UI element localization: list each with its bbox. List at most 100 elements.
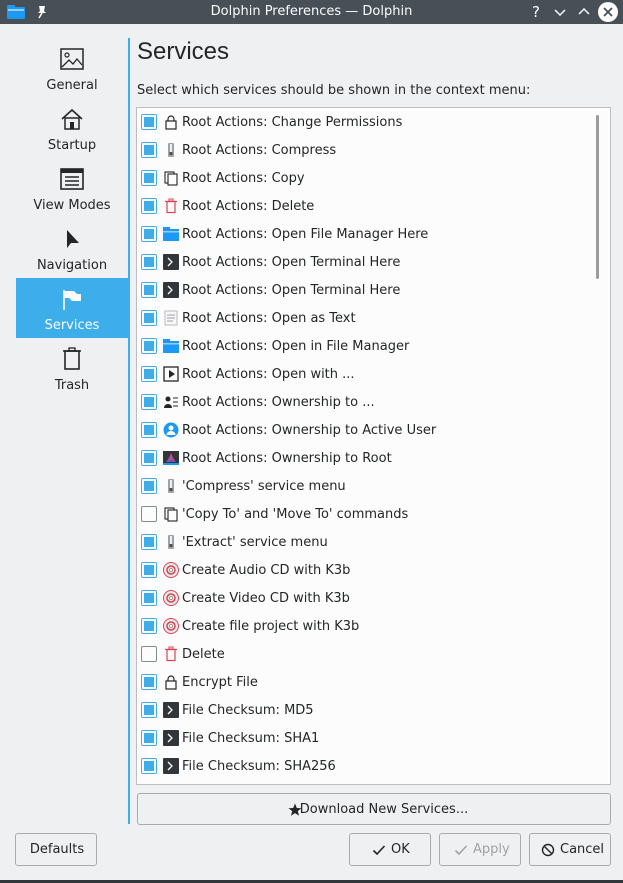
list-item[interactable]: Root Actions: Open as Text (137, 304, 597, 332)
terminal-icon (163, 730, 179, 746)
service-checkbox[interactable] (141, 142, 157, 158)
cancel-button[interactable]: Cancel (529, 833, 611, 866)
k3b-icon (163, 590, 179, 606)
service-checkbox[interactable] (141, 562, 157, 578)
maximize-button[interactable] (574, 2, 594, 22)
cursor-icon (67, 230, 79, 248)
view-modes-icon (60, 168, 84, 190)
service-checkbox[interactable] (141, 506, 157, 522)
close-button[interactable] (598, 2, 618, 22)
service-label: Create Audio CD with K3b (182, 563, 351, 578)
service-label: Root Actions: Open as Text (182, 311, 356, 326)
service-checkbox[interactable] (141, 226, 157, 242)
service-checkbox[interactable] (141, 114, 157, 130)
service-checkbox[interactable] (141, 338, 157, 354)
service-checkbox[interactable] (141, 590, 157, 606)
service-checkbox[interactable] (141, 422, 157, 438)
sidebar-item-services[interactable]: Services (16, 278, 128, 338)
sidebar-item-navigation[interactable]: Navigation (16, 218, 128, 278)
sidebar-item-label: View Modes (33, 198, 111, 213)
sidebar-item-label: Services (44, 318, 100, 333)
service-checkbox[interactable] (141, 394, 157, 410)
terminal-icon (163, 758, 179, 774)
service-label: Root Actions: Ownership to ... (182, 395, 375, 410)
download-new-services-button[interactable]: Download New Services... (137, 793, 611, 825)
list-item[interactable]: Create Audio CD with K3b (137, 556, 597, 584)
service-checkbox[interactable] (141, 758, 157, 774)
list-item[interactable]: 'Compress' service menu (137, 472, 597, 500)
service-checkbox[interactable] (141, 534, 157, 550)
list-item[interactable]: Delete (137, 640, 597, 668)
check-icon (372, 845, 386, 856)
service-label: Create Video CD with K3b (182, 591, 350, 606)
service-checkbox[interactable] (141, 618, 157, 634)
service-label: Root Actions: Open Terminal Here (182, 255, 401, 270)
service-checkbox[interactable] (141, 310, 157, 326)
list-item[interactable]: Root Actions: Ownership to ... (137, 388, 597, 416)
service-checkbox[interactable] (141, 254, 157, 270)
lock-icon (165, 115, 177, 130)
list-item[interactable]: Root Actions: Ownership to Root (137, 444, 597, 472)
service-checkbox[interactable] (141, 170, 157, 186)
service-label: Root Actions: Compress (182, 143, 337, 158)
list-item[interactable]: 'Extract' service menu (137, 528, 597, 556)
help-button[interactable]: ? (526, 2, 546, 22)
service-checkbox[interactable] (141, 702, 157, 718)
service-label: Delete (182, 647, 225, 662)
service-checkbox[interactable] (141, 646, 157, 662)
service-label: Create file project with K3b (182, 619, 360, 634)
service-label: Root Actions: Ownership to Active User (182, 423, 437, 438)
services-list[interactable]: Root Actions: Change Permissions Root Act… (136, 107, 611, 785)
ok-button[interactable]: OK (349, 833, 431, 866)
service-checkbox[interactable] (141, 478, 157, 494)
minimize-button[interactable] (550, 2, 570, 22)
service-checkbox[interactable] (141, 366, 157, 382)
service-label: Encrypt File (182, 675, 258, 690)
service-label: Root Actions: Open with ... (182, 367, 355, 382)
list-item[interactable]: Root Actions: Compress (137, 136, 597, 164)
list-item[interactable]: Root Actions: Change Permissions (137, 108, 597, 136)
user-icon (163, 422, 179, 438)
list-item[interactable]: Root Actions: Ownership to Active User (137, 416, 597, 444)
list-item[interactable]: Root Actions: Copy (137, 164, 597, 192)
list-item[interactable]: 'Copy To' and 'Move To' commands (137, 500, 597, 528)
download-button-label: Download New Services... (299, 802, 469, 817)
page-title: Services (137, 38, 230, 65)
sidebar-item-trash[interactable]: Trash (16, 338, 128, 398)
service-label: File Checksum: MD5 (182, 703, 314, 718)
defaults-button[interactable]: Defaults (15, 833, 97, 866)
service-label: Root Actions: Ownership to Root (182, 451, 392, 466)
service-checkbox[interactable] (141, 450, 157, 466)
list-item[interactable]: File Checksum: MD5 (137, 696, 597, 724)
list-item[interactable]: Create Video CD with K3b (137, 584, 597, 612)
apply-button[interactable]: Apply (439, 833, 521, 866)
defaults-button-label: Defaults (29, 842, 85, 857)
folder-icon (163, 227, 179, 241)
trash-icon (63, 347, 81, 370)
list-item[interactable]: Create file project with K3b (137, 612, 597, 640)
list-item[interactable]: Root Actions: Open File Manager Here (137, 220, 597, 248)
list-item[interactable]: Root Actions: Open Terminal Here (137, 276, 597, 304)
list-item[interactable]: Root Actions: Open with ... (137, 360, 597, 388)
sidebar-item-view-modes[interactable]: View Modes (16, 158, 128, 218)
list-item[interactable]: Encrypt File (137, 668, 597, 696)
archive-icon (168, 479, 174, 493)
k3b-icon (163, 618, 179, 634)
sidebar-item-general[interactable]: General (16, 38, 128, 98)
list-item[interactable]: Root Actions: Delete (137, 192, 597, 220)
list-scrollbar[interactable] (596, 115, 599, 279)
service-label: Root Actions: Open in File Manager (182, 339, 410, 354)
text-file-icon (164, 310, 178, 326)
service-checkbox[interactable] (141, 674, 157, 690)
service-checkbox[interactable] (141, 198, 157, 214)
service-checkbox[interactable] (141, 282, 157, 298)
sidebar-item-startup[interactable]: Startup (16, 98, 128, 158)
list-item[interactable]: File Checksum: SHA1 (137, 724, 597, 752)
cancel-icon (541, 843, 555, 857)
list-item[interactable]: Root Actions: Open Terminal Here (137, 248, 597, 276)
list-item[interactable]: File Checksum: SHA256 (137, 752, 597, 780)
folder-icon (163, 339, 179, 353)
list-item[interactable]: Root Actions: Open in File Manager (137, 332, 597, 360)
service-checkbox[interactable] (141, 730, 157, 746)
service-label: File Checksum: SHA256 (182, 759, 336, 774)
